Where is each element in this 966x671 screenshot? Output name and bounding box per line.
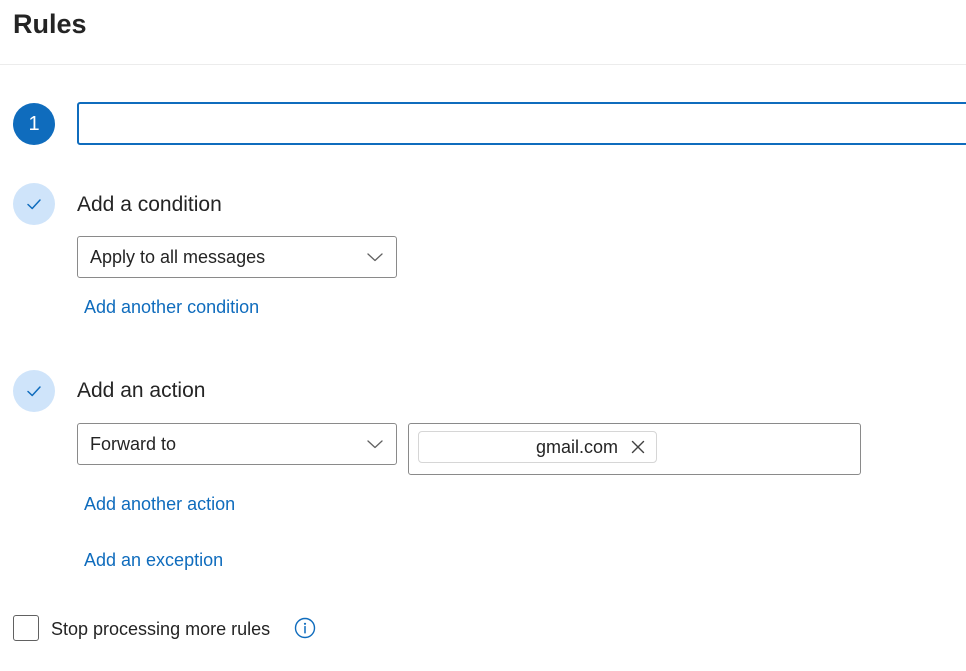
condition-dropdown-value: Apply to all messages: [90, 246, 266, 267]
step-1-indicator: 1: [13, 103, 55, 145]
header-divider: [0, 64, 966, 65]
action-step-indicator: [13, 370, 55, 412]
step-1-number: 1: [28, 112, 40, 135]
info-icon[interactable]: [294, 617, 316, 639]
rules-page: Rules 1 Add a condition Apply to all mes…: [0, 0, 966, 671]
stop-processing-checkbox[interactable]: [13, 615, 39, 641]
checkmark-icon: [27, 386, 41, 397]
chevron-down-icon: [367, 253, 383, 262]
page-title: Rules: [13, 9, 87, 39]
add-another-action-link[interactable]: Add another action: [84, 492, 235, 516]
condition-dropdown[interactable]: Apply to all messages: [77, 236, 397, 278]
add-exception-link[interactable]: Add an exception: [84, 548, 223, 572]
stop-processing-label: Stop processing more rules: [51, 619, 271, 639]
recipient-chip[interactable]: gmail.com: [418, 431, 657, 463]
close-icon[interactable]: [630, 439, 646, 455]
chevron-down-icon: [367, 440, 383, 449]
rule-name-input[interactable]: [77, 102, 966, 145]
action-dropdown-value: Forward to: [90, 433, 177, 454]
condition-step-indicator: [13, 183, 55, 225]
add-another-condition-link[interactable]: Add another condition: [84, 295, 259, 319]
forward-recipient-field[interactable]: gmail.com: [408, 423, 861, 475]
action-section-title: Add an action: [77, 379, 206, 402]
action-dropdown[interactable]: Forward to: [77, 423, 397, 465]
condition-section-title: Add a condition: [77, 193, 222, 216]
checkmark-icon: [27, 199, 41, 210]
recipient-chip-label: gmail.com: [535, 436, 618, 457]
